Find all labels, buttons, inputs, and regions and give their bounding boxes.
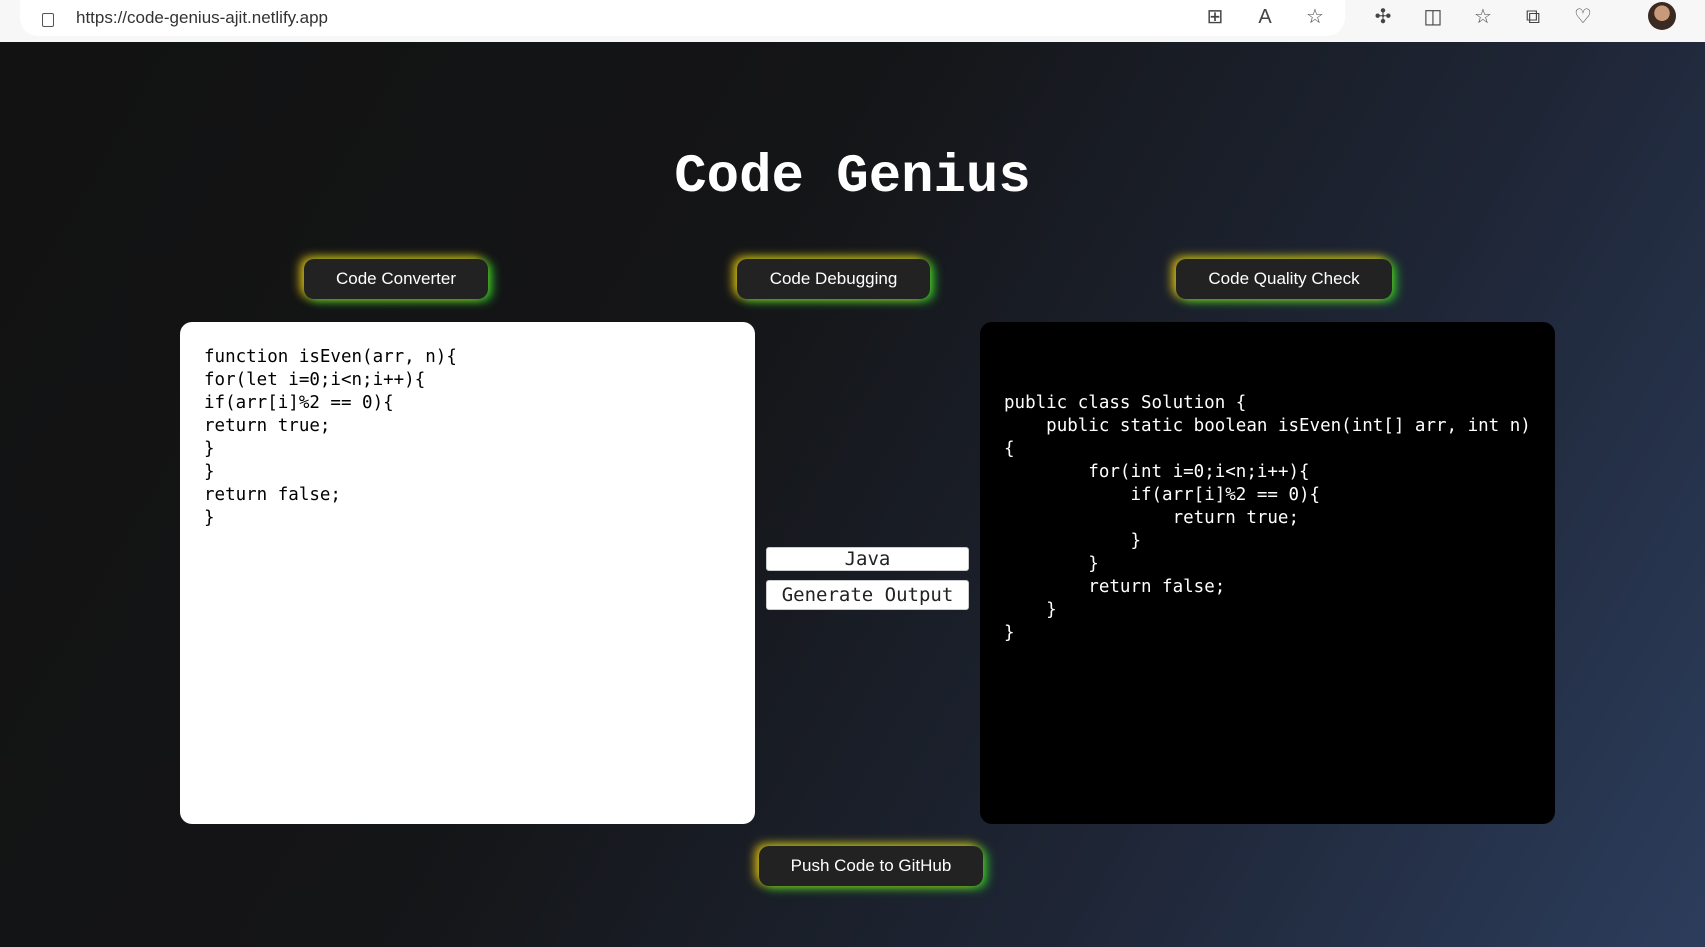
favorite-star-icon[interactable]: ☆	[1290, 4, 1340, 30]
push-to-github-button[interactable]: Push Code to GitHub	[759, 846, 983, 886]
read-aloud-icon[interactable]: A	[1240, 4, 1290, 30]
code-debugging-button[interactable]: Code Debugging	[737, 259, 930, 299]
url-text[interactable]: https://code-genius-ajit.netlify.app	[76, 8, 328, 28]
app-grid-icon[interactable]: ⊞	[1190, 4, 1240, 30]
app-page: Code Genius Code Converter Code Debuggin…	[0, 42, 1705, 947]
browser-toolbar: https://code-genius-ajit.netlify.app ⊞ A…	[0, 0, 1705, 42]
generate-output-button[interactable]: Generate Output	[766, 580, 969, 610]
page-title: Code Genius	[674, 147, 1031, 208]
health-icon[interactable]: ♡	[1558, 4, 1608, 30]
code-converter-button[interactable]: Code Converter	[304, 259, 488, 299]
code-quality-check-button[interactable]: Code Quality Check	[1176, 259, 1392, 299]
split-screen-icon[interactable]: ◫	[1408, 4, 1458, 30]
input-code-editor[interactable]: function isEven(arr, n){ for(let i=0;i<n…	[180, 322, 755, 824]
collections-icon[interactable]: ⧉	[1508, 4, 1558, 30]
lock-icon[interactable]	[42, 13, 54, 27]
address-bar[interactable]: https://code-genius-ajit.netlify.app	[20, 0, 1345, 36]
favorites-list-icon[interactable]: ☆	[1458, 4, 1508, 30]
language-select[interactable]: Java	[766, 547, 969, 571]
extensions-icon[interactable]: ✣	[1358, 4, 1408, 30]
profile-avatar[interactable]	[1648, 2, 1676, 30]
output-code-panel: public class Solution { public static bo…	[980, 322, 1555, 824]
